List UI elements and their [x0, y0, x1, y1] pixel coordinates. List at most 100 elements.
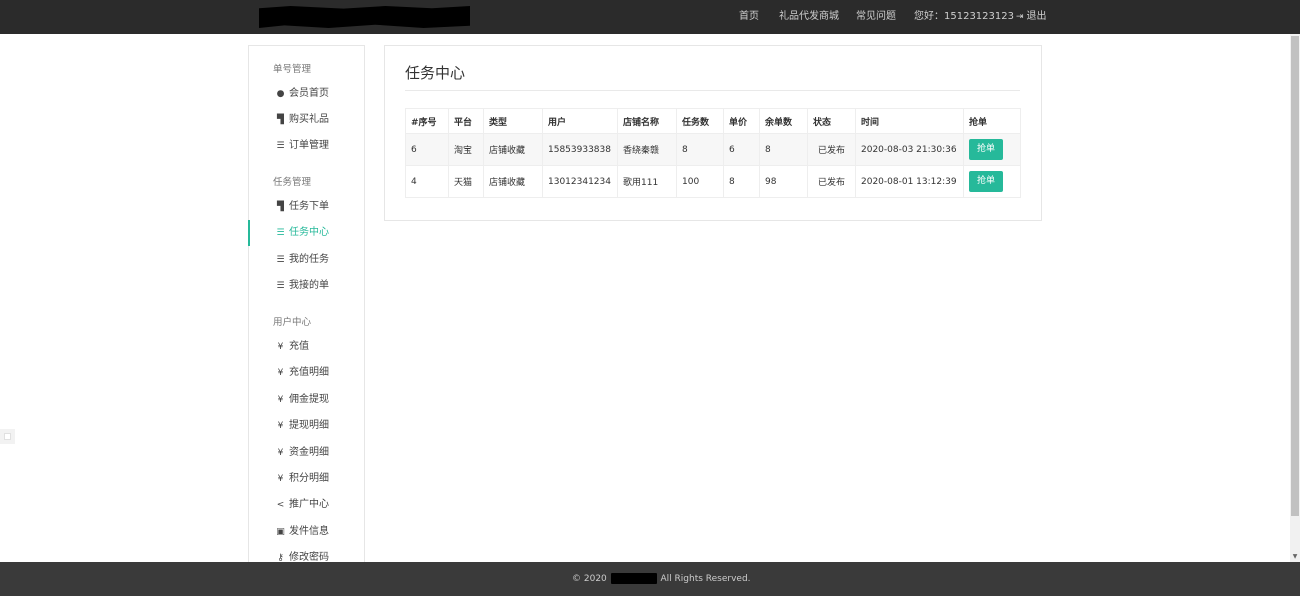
- cart-icon: ▜: [277, 202, 284, 212]
- page-title: 任务中心: [405, 64, 466, 82]
- sidebar-item-label: 会员首页: [289, 88, 329, 99]
- sidebar-item-label: 提现明细: [289, 420, 329, 431]
- sidebar-item-promotion[interactable]: < 推广中心: [249, 494, 364, 516]
- sidebar-item-label: 充值明细: [289, 367, 329, 378]
- nav-user-greeting[interactable]: 您好：15123123123: [914, 0, 1014, 34]
- yen-icon: ¥: [277, 368, 284, 378]
- sidebar-item-label: 充值: [289, 341, 309, 352]
- cell-task-count: 8: [676, 133, 724, 166]
- share-icon: <: [276, 500, 285, 510]
- sidebar-item-withdraw-detail[interactable]: ¥ 提现明细: [249, 415, 364, 437]
- table-header-row: #序号 平台 类型 用户 店铺名称 任务数 单价 余单数 状态 时间 抢单: [405, 108, 1021, 134]
- copyright-suffix: All Rights Reserved.: [660, 574, 751, 584]
- yen-icon: ¥: [277, 342, 284, 352]
- column-header-id: #序号: [405, 108, 449, 134]
- sidebar-item-recharge-detail[interactable]: ¥ 充值明细: [249, 362, 364, 384]
- sidebar: 单号管理 ● 会员首页 ▜ 购买礼品 ☰ 订单管理 任务管理 ▜ 任务下单 ☰ …: [248, 45, 365, 566]
- scrollbar-thumb[interactable]: [1291, 36, 1299, 516]
- nav-logout-label: 退出: [1026, 11, 1047, 22]
- column-header-user: 用户: [542, 108, 618, 134]
- floating-side-widget[interactable]: [0, 429, 15, 444]
- yen-icon: ¥: [277, 395, 284, 405]
- table-row: 4 天猫 店铺收藏 13012341234 歌用111 100 8 98 已发布…: [405, 165, 1021, 198]
- cell-remaining: 8: [759, 133, 808, 166]
- yen-icon: ¥: [277, 448, 284, 458]
- id-card-icon: ▣: [276, 527, 285, 537]
- list-icon: ☰: [276, 141, 285, 151]
- nav-logout-link[interactable]: ⇥ 退出: [1016, 0, 1047, 34]
- page-footer: © 2020 All Rights Reserved.: [0, 562, 1300, 596]
- grab-order-button[interactable]: 抢单: [969, 139, 1003, 160]
- sidebar-group-user: 用户中心: [273, 317, 312, 328]
- sidebar-item-label: 任务下单: [289, 201, 329, 212]
- cell-user: 13012341234: [542, 165, 618, 198]
- cell-action: 抢单: [963, 165, 1021, 198]
- sidebar-item-task-order[interactable]: ▜ 任务下单: [249, 196, 364, 218]
- cell-platform: 淘宝: [448, 133, 484, 166]
- cell-action: 抢单: [963, 133, 1021, 166]
- table-row: 6 淘宝 店铺收藏 15853933838 香绕秦赣 8 6 8 已发布 202…: [405, 133, 1021, 166]
- nav-gift-mall-link[interactable]: 礼品代发商城: [779, 0, 839, 34]
- top-navbar: 首页 礼品代发商城 常见问题 您好：15123123123 ⇥ 退出: [0, 0, 1300, 34]
- sidebar-item-accepted-orders[interactable]: ☰ 我接的单: [249, 275, 364, 297]
- sidebar-item-recharge[interactable]: ¥ 充值: [249, 336, 364, 358]
- list-icon: ☰: [276, 228, 285, 238]
- cell-id: 6: [405, 133, 449, 166]
- column-header-status: 状态: [807, 108, 856, 134]
- sidebar-item-points-detail[interactable]: ¥ 积分明细: [249, 468, 364, 490]
- sign-out-icon: ⇥: [1016, 12, 1024, 22]
- yen-icon: ¥: [277, 421, 284, 431]
- sidebar-item-label: 发件信息: [289, 526, 329, 537]
- cell-id: 4: [405, 165, 449, 198]
- sidebar-item-label: 我接的单: [289, 280, 329, 291]
- scroll-down-arrow-icon[interactable]: ▼: [1290, 552, 1300, 562]
- sidebar-item-label: 订单管理: [289, 140, 329, 151]
- cell-task-count: 100: [676, 165, 724, 198]
- sidebar-item-fund-detail[interactable]: ¥ 资金明细: [249, 442, 364, 464]
- cell-price: 6: [723, 133, 760, 166]
- list-icon: ☰: [276, 255, 285, 265]
- list-icon: ☰: [276, 281, 285, 291]
- sidebar-item-label: 积分明细: [289, 473, 329, 484]
- column-header-type: 类型: [483, 108, 543, 134]
- cell-remaining: 98: [759, 165, 808, 198]
- sidebar-item-label: 任务中心: [289, 227, 329, 238]
- cell-type: 店铺收藏: [483, 133, 543, 166]
- sidebar-item-buy-gift[interactable]: ▜ 购买礼品: [249, 109, 364, 131]
- cell-type: 店铺收藏: [483, 165, 543, 198]
- cell-platform: 天猫: [448, 165, 484, 198]
- sidebar-group-task: 任务管理: [273, 177, 312, 188]
- sidebar-group-order: 单号管理: [273, 64, 312, 75]
- column-header-platform: 平台: [448, 108, 484, 134]
- site-logo-redacted[interactable]: [259, 6, 470, 28]
- company-name-redacted: [610, 573, 657, 584]
- task-table: #序号 平台 类型 用户 店铺名称 任务数 单价 余单数 状态 时间 抢单 6 …: [405, 108, 1021, 198]
- nav-home-link[interactable]: 首页: [739, 0, 759, 34]
- sidebar-item-label: 推广中心: [289, 499, 329, 510]
- yen-icon: ¥: [277, 474, 284, 484]
- user-circle-icon: ●: [276, 89, 285, 99]
- copyright-prefix: © 2020: [572, 574, 607, 584]
- column-header-shop: 店铺名称: [617, 108, 677, 134]
- sidebar-item-sender-info[interactable]: ▣ 发件信息: [249, 521, 364, 543]
- column-header-remaining: 余单数: [759, 108, 808, 134]
- task-center-panel: 任务中心 #序号 平台 类型 用户 店铺名称 任务数 单价 余单数 状态 时间 …: [384, 45, 1042, 221]
- sidebar-item-member-home[interactable]: ● 会员首页: [249, 83, 364, 105]
- cell-shop: 歌用111: [617, 165, 677, 198]
- cell-status: 已发布: [807, 165, 856, 198]
- sidebar-item-commission-withdraw[interactable]: ¥ 佣金提现: [249, 389, 364, 411]
- title-divider: [405, 90, 1020, 91]
- cell-time: 2020-08-01 13:12:39: [855, 165, 964, 198]
- page-scrollbar[interactable]: ▼: [1290, 34, 1300, 562]
- grab-order-button[interactable]: 抢单: [969, 171, 1003, 192]
- column-header-task-count: 任务数: [676, 108, 724, 134]
- cell-shop: 香绕秦赣: [617, 133, 677, 166]
- column-header-price: 单价: [723, 108, 760, 134]
- cart-icon: ▜: [277, 115, 284, 125]
- cell-price: 8: [723, 165, 760, 198]
- cell-status: 已发布: [807, 133, 856, 166]
- sidebar-item-my-tasks[interactable]: ☰ 我的任务: [249, 249, 364, 271]
- nav-faq-link[interactable]: 常见问题: [856, 0, 896, 34]
- sidebar-item-order-manage[interactable]: ☰ 订单管理: [249, 135, 364, 157]
- sidebar-item-task-center[interactable]: ☰ 任务中心: [248, 220, 364, 246]
